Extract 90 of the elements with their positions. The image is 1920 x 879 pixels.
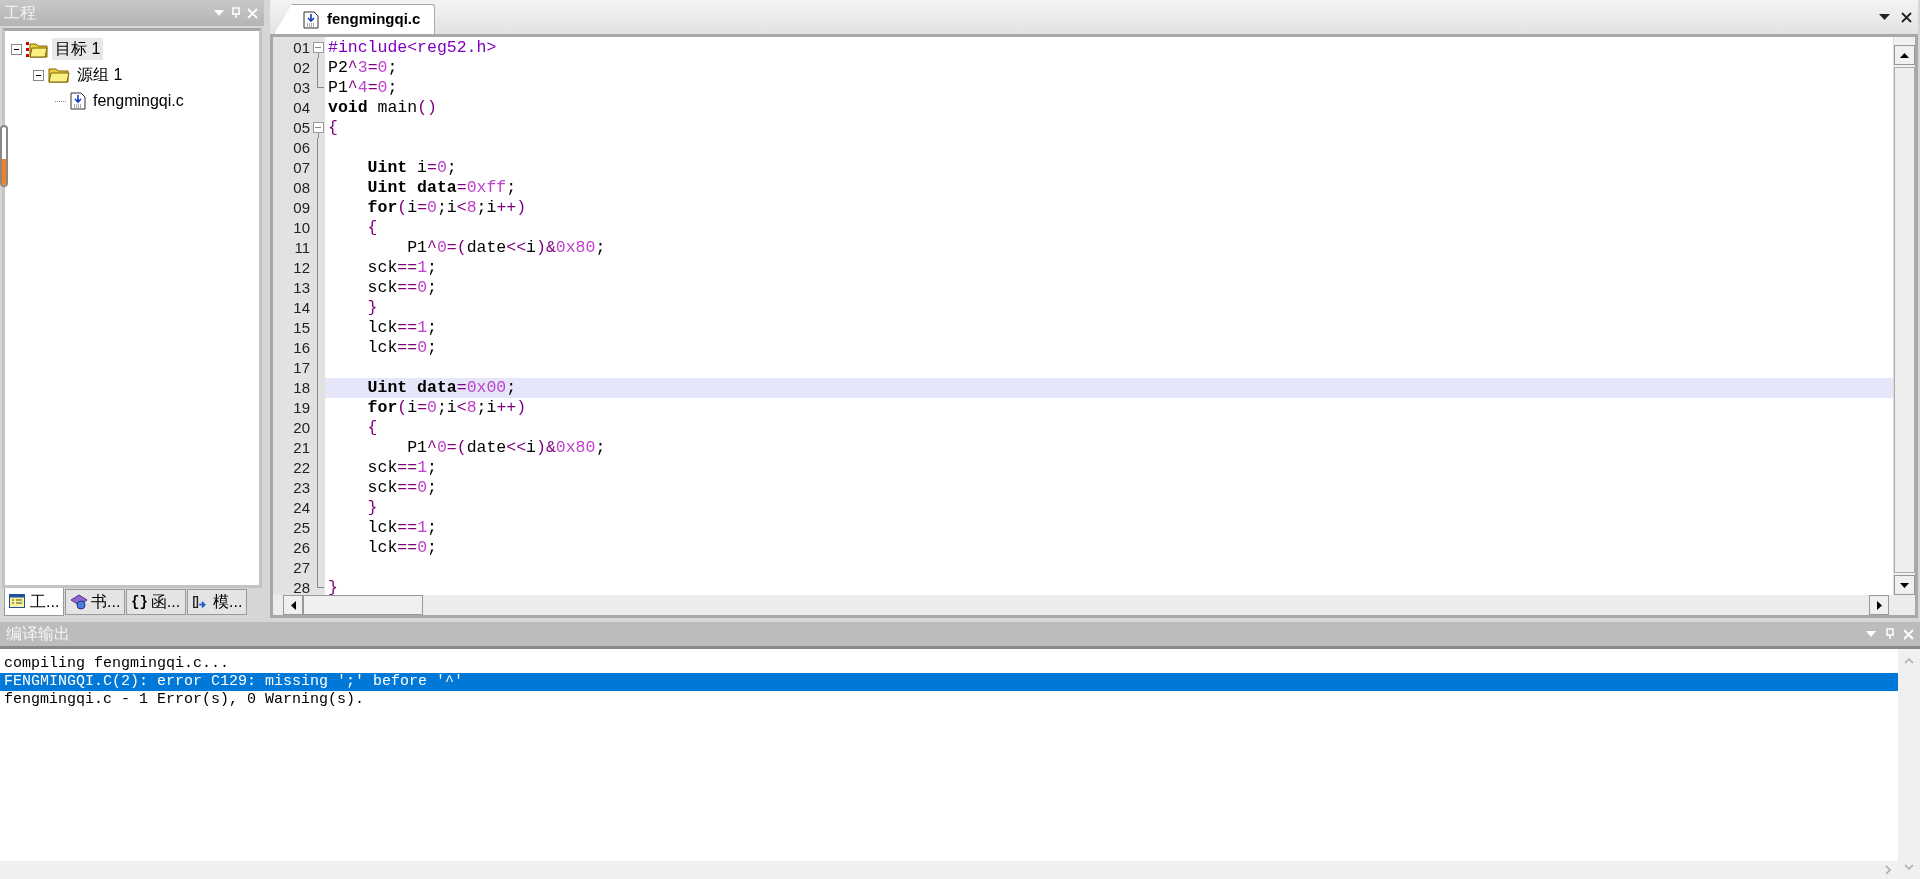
target-folder-icon [26,40,48,58]
code-line: P1^4=0; [328,78,398,98]
left-arrow-icon [290,600,296,610]
collapse-icon[interactable] [11,43,22,55]
line-number: 12 [292,257,311,278]
horizontal-scrollbar[interactable] [273,595,1915,615]
splitter-handle[interactable] [0,125,8,187]
code-line: sck==1; [366,458,437,478]
code-line: sck==0; [366,478,437,498]
scroll-up-button[interactable] [1894,45,1915,65]
code-line: } [366,298,378,318]
line-number: 01 [292,37,311,58]
line-number: 15 [292,317,311,338]
line-number: 19 [292,397,311,418]
down-arrow-icon [1900,582,1909,588]
code-line: lck==1; [366,518,437,538]
scroll-up-icon[interactable] [1904,657,1914,664]
line-number: 24 [292,497,311,518]
book-icon [70,594,88,610]
dropdown-icon[interactable] [1878,13,1891,21]
file-icon [303,10,319,29]
line-number: 13 [292,277,311,298]
window-icon [9,593,27,610]
code-line: for(i=0;i<8;i++) [366,198,527,218]
line-number: 04 [292,97,311,118]
code-line: sck==1; [366,258,437,278]
line-number: 21 [292,437,311,458]
code-line: lck==0; [366,538,437,558]
line-number: 18 [292,377,311,398]
scroll-left-button[interactable] [283,595,303,615]
line-number: 25 [292,517,311,538]
output-line[interactable]: fengmingqi.c - 1 Error(s), 0 Warning(s). [0,691,1898,709]
line-number: 17 [292,357,311,378]
panel-tab[interactable]: 工... [4,588,64,616]
scroll-thumb[interactable] [303,595,423,615]
line-number: 26 [292,537,311,558]
panel-tab[interactable]: 书... [65,589,125,615]
line-number: 16 [292,337,311,358]
code-line: { [328,118,338,138]
line-number: 09 [292,197,311,218]
line-number: 27 [292,557,311,578]
folder-icon [48,67,70,83]
code-line: Uint data=0xff; [366,178,517,198]
scroll-down-button[interactable] [1894,575,1915,595]
code-line: sck==0; [366,278,437,298]
close-icon[interactable] [1901,11,1912,23]
right-arrow-icon [1876,600,1882,610]
vertical-scrollbar[interactable] [1898,649,1920,879]
tree-item[interactable]: 目标 1 [52,38,104,60]
output-line[interactable]: compiling fengmingqi.c... [0,655,1898,673]
up-arrow-icon [1900,52,1909,58]
code-line: lck==0; [366,338,437,358]
line-number: 28 [292,577,311,595]
code-line: P1^0=(date<<i)&0x80; [406,238,606,258]
editor-tab[interactable]: fengmingqi.c [274,4,436,34]
code-line: #include<reg52.h> [328,38,497,58]
line-number: 03 [292,77,311,98]
code-line: { [366,218,378,238]
code-line: Uint data=0x00; [366,378,517,398]
code-line: lck==1; [366,318,437,338]
line-number: 02 [292,57,311,78]
line-number: 11 [293,237,311,258]
code-line: void main() [328,98,437,118]
code-line: P2^3=0; [328,58,398,78]
code-line: for(i=0;i<8;i++) [366,398,527,418]
line-number: 23 [292,477,311,498]
code-line: } [328,578,338,595]
file-icon [70,92,86,110]
line-number: 06 [292,137,311,158]
scroll-down-icon[interactable] [1904,864,1914,871]
code-line: P1^0=(date<<i)&0x80; [406,438,606,458]
panel-tab[interactable]: 模... [187,589,247,615]
collapse-icon[interactable] [33,69,44,81]
line-number: 10 [292,217,311,238]
line-number: 05 [292,117,311,138]
scroll-right-icon[interactable] [1885,865,1892,875]
line-number: 08 [292,177,311,198]
code-line: { [366,418,378,438]
code-line: } [366,498,378,518]
pin-icon[interactable] [231,7,241,19]
scroll-right-button[interactable] [1869,595,1889,615]
tree-item[interactable]: 源组 1 [74,64,126,86]
pin-icon[interactable] [1885,628,1895,640]
line-number: 14 [292,297,311,318]
line-number: 20 [292,417,311,438]
panel-tab[interactable]: {} 函... [126,589,186,615]
line-number: 22 [292,457,311,478]
tree-item[interactable]: fengmingqi.c [90,90,187,112]
line-number: 07 [292,157,311,178]
code-line: Uint i=0; [366,158,457,178]
